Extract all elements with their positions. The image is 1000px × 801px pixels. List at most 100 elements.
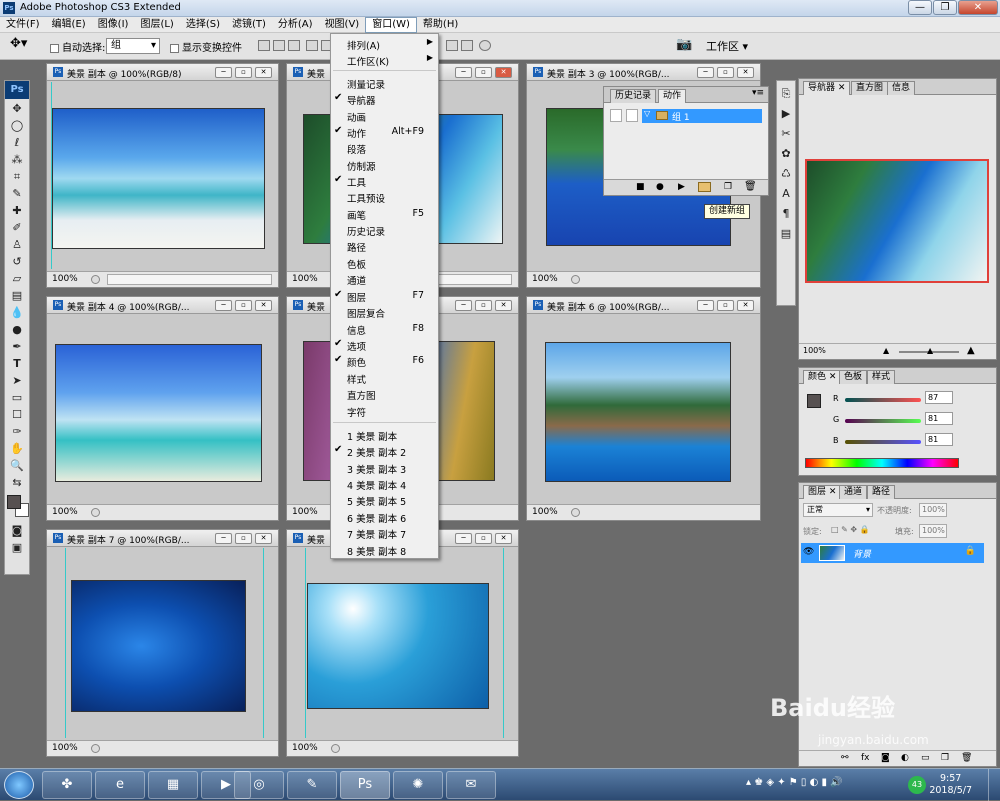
- taskbar-app-qq-icon[interactable]: ✤: [42, 771, 92, 799]
- horizontal-scrollbar[interactable]: [107, 274, 272, 285]
- auto-align-icon[interactable]: [479, 40, 491, 51]
- doc-close-button[interactable]: ✕: [737, 67, 754, 78]
- menu-item-history[interactable]: 历史记录: [331, 222, 438, 238]
- menu-item-paragraph[interactable]: 段落: [331, 140, 438, 156]
- document-title-bar[interactable]: Ps 美景 副本 @ 100%(RGB/8) ─ ▫ ✕: [47, 64, 278, 81]
- doc-maximize-button[interactable]: ▫: [717, 67, 734, 78]
- document-window-6[interactable]: Ps 美景 副本 6 @ 100%(RGB/... ─ ▫ ✕ 100%: [526, 296, 761, 521]
- auto-select-checkbox[interactable]: [50, 43, 59, 53]
- expand-triangle-icon[interactable]: ▽: [644, 109, 650, 118]
- menu-item-info[interactable]: 信息 F8: [331, 321, 438, 337]
- slice-tool-icon[interactable]: ✎: [9, 187, 25, 201]
- align-bottom-icon[interactable]: [288, 40, 300, 51]
- menu-analysis[interactable]: 分析(A): [272, 18, 319, 32]
- restore-button[interactable]: ❐: [933, 0, 957, 15]
- tab-histogram[interactable]: 直方图: [851, 81, 889, 95]
- new-action-icon[interactable]: ❐: [724, 182, 732, 192]
- taskbar-wechat-icon[interactable]: ✉: [446, 771, 496, 799]
- doc-minimize-button[interactable]: ─: [455, 533, 472, 544]
- distribute-right-icon[interactable]: [461, 40, 473, 51]
- menu-item-doc-1[interactable]: 1 美景 副本: [331, 427, 438, 443]
- color-spectrum-bar[interactable]: [805, 458, 959, 468]
- tab-history[interactable]: 历史记录: [610, 89, 657, 103]
- document-title-bar[interactable]: Ps 美景 副本 3 @ 100%(RGB/... ─ ▫ ✕: [527, 64, 760, 81]
- move-tool-icon[interactable]: ✥▾: [10, 36, 27, 51]
- document-title-bar[interactable]: Ps 美景 副本 7 @ 100%(RGB/... ─ ▫ ✕: [47, 530, 278, 547]
- menu-item-layers[interactable]: ✔ 图层 F7: [331, 288, 438, 304]
- quick-mask-icon[interactable]: ◙: [9, 524, 25, 538]
- delete-layer-icon[interactable]: 🗑: [961, 753, 972, 763]
- opacity-input[interactable]: 100%: [919, 503, 947, 517]
- hand-tool-icon[interactable]: ✋: [9, 442, 25, 456]
- align-left-icon[interactable]: [306, 40, 318, 51]
- create-new-set-icon[interactable]: [698, 182, 711, 192]
- start-button[interactable]: [4, 771, 34, 799]
- tab-styles[interactable]: 样式: [867, 370, 896, 384]
- document-window-7[interactable]: Ps 美景 副本 7 @ 100%(RGB/... ─ ▫ ✕ 100%: [46, 529, 279, 757]
- new-layer-icon[interactable]: ❐: [941, 753, 949, 763]
- doc-minimize-button[interactable]: ─: [697, 300, 714, 311]
- menu-edit[interactable]: 编辑(E): [46, 18, 92, 32]
- image-canvas[interactable]: [71, 580, 246, 712]
- status-info-icon[interactable]: [571, 275, 580, 284]
- menu-file[interactable]: 文件(F): [0, 18, 46, 32]
- g-slider[interactable]: [845, 419, 921, 423]
- menu-item-clone-source[interactable]: 仿制源: [331, 157, 438, 173]
- document-window-1[interactable]: Ps 美景 副本 @ 100%(RGB/8) ─ ▫ ✕ 100%: [46, 63, 279, 288]
- zoom-in-icon[interactable]: ▲: [967, 345, 975, 356]
- menu-item-doc-8[interactable]: 8 美景 副本 8: [331, 542, 438, 558]
- doc-close-button[interactable]: ✕: [495, 533, 512, 544]
- workspace-button[interactable]: 工作区 ▾: [706, 38, 748, 54]
- image-canvas[interactable]: [307, 583, 489, 709]
- history-brush-tool-icon[interactable]: ↺: [9, 255, 25, 269]
- tab-paths[interactable]: 路径: [867, 485, 896, 499]
- notes-tool-icon[interactable]: ☐: [9, 408, 25, 422]
- status-info-icon[interactable]: [91, 744, 100, 753]
- crop-tool-icon[interactable]: ⌗: [9, 170, 25, 184]
- clock[interactable]: 9:57 2018/5/7: [929, 773, 972, 797]
- lock-icons[interactable]: □ ✎ ✥ 🔒: [831, 525, 870, 534]
- pen-tool-icon[interactable]: ✒: [9, 340, 25, 354]
- blend-mode-dropdown[interactable]: 正常 ▾: [803, 503, 873, 517]
- character-panel-icon[interactable]: A: [778, 187, 794, 201]
- show-transform-option[interactable]: 显示变换控件: [170, 39, 242, 54]
- image-canvas[interactable]: [55, 344, 262, 482]
- blur-tool-icon[interactable]: 💧: [9, 306, 25, 320]
- taskbar-paint-icon[interactable]: ✺: [393, 771, 443, 799]
- g-value-input[interactable]: 81: [925, 412, 953, 425]
- layer-comps-icon[interactable]: ▤: [778, 227, 794, 241]
- doc-minimize-button[interactable]: ─: [455, 300, 472, 311]
- tab-swatches[interactable]: 色板: [839, 370, 868, 384]
- taskbar-360-icon[interactable]: ◎: [234, 771, 284, 799]
- document-window-4[interactable]: Ps 美景 副本 4 @ 100%(RGB/... ─ ▫ ✕ 100%: [46, 296, 279, 521]
- magic-wand-tool-icon[interactable]: ⁂: [9, 153, 25, 167]
- menu-item-color[interactable]: ✔ 颜色 F6: [331, 353, 438, 369]
- menu-item-arrange[interactable]: 排列(A) ▶: [331, 36, 438, 52]
- doc-maximize-button[interactable]: ▫: [235, 300, 252, 311]
- brush-tool-icon[interactable]: ✐: [9, 221, 25, 235]
- menu-item-doc-2[interactable]: ✔ 2 美景 副本 2: [331, 443, 438, 459]
- menu-item-tools[interactable]: ✔ 工具: [331, 173, 438, 189]
- image-canvas[interactable]: [545, 342, 731, 482]
- healing-brush-tool-icon[interactable]: ✚: [9, 204, 25, 218]
- shape-tool-icon[interactable]: ▭: [9, 391, 25, 405]
- action-toggle-checkbox[interactable]: [610, 109, 622, 122]
- zoom-level[interactable]: 100%: [532, 274, 558, 284]
- status-info-icon[interactable]: [91, 275, 100, 284]
- foreground-color-swatch[interactable]: [807, 394, 821, 408]
- taskbar-notepad-icon[interactable]: ✎: [287, 771, 337, 799]
- menu-window[interactable]: 窗口(W): [365, 16, 417, 33]
- menu-image[interactable]: 图像(I): [92, 18, 135, 32]
- minimize-button[interactable]: —: [908, 0, 932, 15]
- zoom-tool-icon[interactable]: 🔍: [9, 459, 25, 473]
- auto-select-option[interactable]: 自动选择:: [50, 39, 105, 54]
- doc-maximize-button[interactable]: ▫: [475, 300, 492, 311]
- clone-stamp-tool-icon[interactable]: ♙: [9, 238, 25, 252]
- menu-item-workspace[interactable]: 工作区(K) ▶: [331, 52, 438, 68]
- layer-row-background[interactable]: 👁 背景 🔒: [801, 543, 984, 563]
- taskbar-ie-icon[interactable]: e: [95, 771, 145, 799]
- doc-maximize-button[interactable]: ▫: [717, 300, 734, 311]
- delete-icon[interactable]: 🗑: [744, 181, 757, 192]
- tab-channels[interactable]: 通道: [839, 485, 868, 499]
- status-info-icon[interactable]: [571, 508, 580, 517]
